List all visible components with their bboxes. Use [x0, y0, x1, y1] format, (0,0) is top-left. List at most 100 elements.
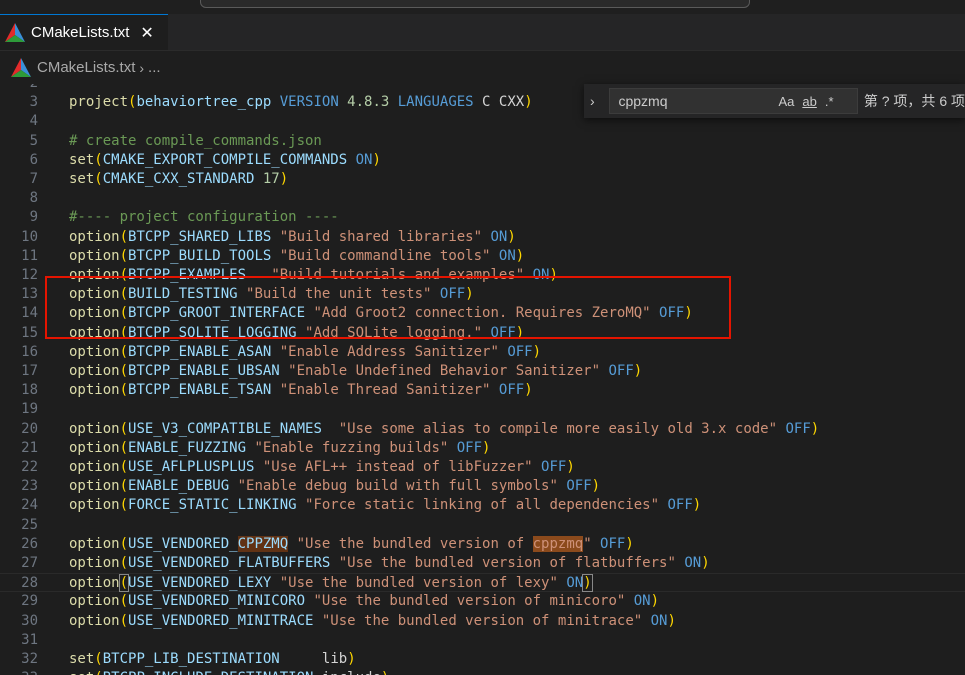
tab-cmakelists[interactable]: CMakeLists.txt ✕: [0, 14, 168, 50]
code-line[interactable]: 6 set(CMAKE_EXPORT_COMPILE_COMMANDS ON): [0, 151, 965, 170]
code-line[interactable]: 28 option(USE_VENDORED_LEXY "Use the bund…: [0, 573, 965, 593]
code-line[interactable]: 18 option(BTCPP_ENABLE_TSAN "Enable Threa…: [0, 381, 965, 400]
code-token: project: [69, 94, 129, 111]
command-center[interactable]: [200, 0, 750, 8]
code-token: "Enable debug build with full symbols": [229, 478, 558, 495]
line-number: 10: [21, 228, 38, 245]
code-line[interactable]: 19: [0, 400, 965, 419]
code-token: (: [119, 420, 129, 437]
code-line[interactable]: 32 set(BTCPP_LIB_DESTINATION lib): [0, 650, 965, 669]
code-line[interactable]: 30 option(USE_VENDORED_MINITRACE "Use the…: [0, 612, 965, 631]
line-number: 23: [21, 478, 38, 495]
code-text: option(USE_AFLPLUSPLUS "Use AFL++ instea…: [69, 458, 575, 477]
code-token: (: [119, 593, 129, 610]
code-token: "Use the bundled version of minicoro": [305, 593, 626, 610]
find-input[interactable]: [616, 92, 771, 110]
code-line[interactable]: 17 option(BTCPP_ENABLE_UBSAN "Enable Unde…: [0, 362, 965, 381]
line-number: 33: [0, 669, 38, 675]
code-token: (: [119, 439, 129, 456]
code-token: (: [119, 228, 129, 245]
toggle-replace-icon[interactable]: ›: [590, 93, 607, 109]
code-token: option: [69, 497, 120, 514]
code-line[interactable]: 21 option(ENABLE_FUZZING "Enable fuzzing …: [0, 439, 965, 458]
code-token: (: [94, 651, 103, 667]
code-line[interactable]: 29 option(USE_VENDORED_MINICORO "Use the …: [0, 592, 965, 611]
code-editor[interactable]: 23project(behaviortree_cpp VERSION 4.8.3…: [0, 84, 965, 675]
code-line[interactable]: 24 option(FORCE_STATIC_LINKING "Force sta…: [0, 496, 965, 515]
code-token: ): [507, 228, 516, 245]
code-line[interactable]: 7 set(CMAKE_CXX_STANDARD 17): [0, 170, 965, 189]
code-text: set(BTCPP_INCLUDE_DESTINATION include): [69, 669, 389, 675]
line-number: 17: [21, 363, 38, 379]
code-token: option: [69, 555, 120, 571]
code-token: USE_V3_COMPATIBLE_NAMES: [128, 420, 322, 437]
code-token: ): [532, 343, 542, 360]
regex-icon[interactable]: .*: [825, 94, 834, 109]
code-line[interactable]: 10 option(BTCPP_SHARED_LIBS "Build shared…: [0, 228, 965, 247]
chevron-right-icon: ›: [139, 59, 145, 76]
code-token: include: [313, 670, 381, 675]
code-text: set(BTCPP_LIB_DESTINATION lib): [69, 650, 356, 669]
line-number: 28: [21, 575, 38, 592]
code-line[interactable]: 9 #---- project configuration ----: [0, 208, 965, 227]
code-text: option(USE_VENDORED_MINITRACE "Use the b…: [69, 612, 676, 631]
code-token: ON: [625, 593, 651, 610]
code-text: option(BTCPP_BUILD_TOOLS "Build commandl…: [69, 247, 524, 266]
code-token: BTCPP_ENABLE_TSAN: [128, 382, 272, 399]
code-line[interactable]: 27 option(USE_VENDORED_FLATBUFFERS "Use t…: [0, 554, 965, 573]
code-token: option: [69, 382, 120, 399]
code-token: BTCPP_ENABLE_ASAN: [128, 343, 272, 360]
code-token: ): [524, 382, 533, 399]
code-line[interactable]: 20 option(USE_V3_COMPATIBLE_NAMES "Use so…: [0, 420, 965, 439]
code-line[interactable]: 33 set(BTCPP_INCLUDE_DESTINATION include): [0, 669, 965, 675]
code-token: (: [119, 555, 129, 571]
line-number: 31: [21, 631, 38, 648]
code-line[interactable]: 5 # create compile_commands.json: [0, 132, 965, 151]
close-icon[interactable]: ✕: [140, 23, 153, 43]
code-token: CPPZMQ: [237, 535, 289, 552]
code-token: (: [119, 343, 129, 360]
line-number: 26: [21, 535, 38, 552]
breadcrumb-file[interactable]: CMakeLists.txt: [37, 59, 135, 76]
line-number: 27: [21, 555, 38, 571]
code-token: "Enable Undefined Behavior Sanitizer": [279, 363, 601, 379]
match-case-icon[interactable]: Aa: [778, 94, 794, 109]
code-line[interactable]: 25: [0, 516, 965, 535]
line-number: 7: [29, 171, 38, 187]
code-text: option(BTCPP_ENABLE_ASAN "Enable Address…: [69, 343, 541, 362]
line-number: 20: [21, 420, 38, 437]
code-token: BTCPP_BUILD_TOOLS: [128, 247, 272, 264]
code-text: option(USE_V3_COMPATIBLE_NAMES "Use some…: [69, 420, 819, 439]
code-token: OFF: [557, 478, 592, 495]
code-token: "Use the bundled version of flatbuffers": [330, 555, 676, 571]
code-token: ): [667, 612, 676, 629]
code-line[interactable]: 26 option(USE_VENDORED_CPPZMQ "Use the bu…: [0, 535, 965, 554]
code-text: set(CMAKE_CXX_STANDARD 17): [69, 170, 288, 189]
breadcrumb-more[interactable]: ...: [148, 59, 161, 76]
code-token: set: [69, 670, 94, 675]
code-token: CMAKE_EXPORT_COMPILE_COMMANDS: [102, 151, 348, 168]
code-line[interactable]: 16 option(BTCPP_ENABLE_ASAN "Enable Addre…: [0, 343, 965, 362]
code-token: ON: [482, 228, 508, 245]
code-token: "Force static linking of all dependencie…: [296, 497, 660, 514]
code-token: OFF: [600, 363, 634, 379]
code-line[interactable]: 8: [0, 189, 965, 208]
code-text: # create compile_commands.json: [69, 132, 322, 151]
code-text: option(USE_VENDORED_CPPZMQ "Use the bund…: [69, 535, 634, 554]
code-text: set(CMAKE_EXPORT_COMPILE_COMMANDS ON): [69, 151, 381, 170]
tab-bar: CMakeLists.txt ✕: [0, 14, 965, 51]
code-token: "Use some alias to compile more easily o…: [321, 420, 778, 437]
line-number: 14: [21, 305, 38, 322]
code-token: "Enable Address Sanitizer": [271, 343, 499, 360]
tab-label: CMakeLists.txt: [31, 24, 130, 41]
code-token: cppzmq: [532, 535, 584, 552]
code-token: ON: [675, 555, 702, 571]
code-line[interactable]: 22 option(USE_AFLPLUSPLUS "Use AFL++ inst…: [0, 458, 965, 477]
code-line[interactable]: 11 option(BTCPP_BUILD_TOOLS "Build comman…: [0, 247, 965, 266]
code-line[interactable]: 23 option(ENABLE_DEBUG "Enable debug buil…: [0, 477, 965, 496]
highlight-box: [45, 276, 731, 339]
code-line[interactable]: 31: [0, 631, 965, 650]
code-token: CMAKE_CXX_STANDARD: [102, 171, 255, 187]
code-text: option(USE_VENDORED_LEXY "Use the bundle…: [69, 574, 593, 593]
whole-word-icon[interactable]: ab: [802, 94, 816, 109]
